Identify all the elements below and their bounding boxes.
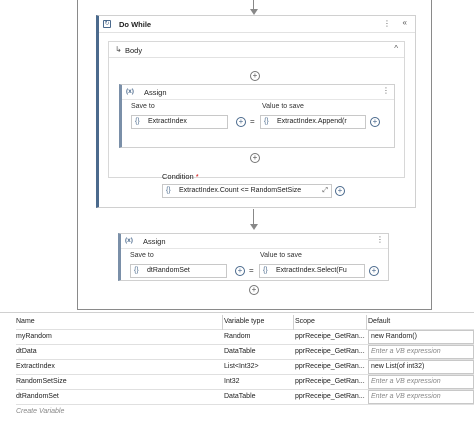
- brace-icon: {}: [264, 118, 269, 125]
- do-while-header[interactable]: ↻ Do While ⋮ «: [99, 16, 415, 33]
- value-plus-icon[interactable]: +: [369, 266, 379, 276]
- variable-type[interactable]: Int32: [224, 375, 292, 389]
- value-plus-icon[interactable]: +: [370, 117, 380, 127]
- variable-scope[interactable]: pprReceipe_GetRan...: [295, 360, 365, 374]
- variable-scope[interactable]: pprReceipe_GetRan...: [295, 390, 365, 404]
- variable-scope[interactable]: pprReceipe_GetRan...: [295, 345, 365, 359]
- variable-type[interactable]: DataTable: [224, 390, 292, 404]
- brace-icon: {}: [135, 118, 140, 125]
- assign-title: Assign: [144, 88, 167, 97]
- assign-header[interactable]: (x) Assign ⋮: [121, 234, 388, 249]
- variable-name[interactable]: dtData: [16, 345, 221, 359]
- more-options-icon[interactable]: ⋮: [376, 235, 384, 244]
- variables-panel: Name Variable type Scope Default myRando…: [0, 312, 474, 423]
- brace-icon: {}: [263, 267, 268, 274]
- column-divider[interactable]: [222, 315, 223, 330]
- do-while-activity[interactable]: ↻ Do While ⋮ « ↳ Body ^ + (x) Assign ⋮ S…: [96, 15, 416, 208]
- assign-icon: (x): [125, 237, 133, 244]
- body-header[interactable]: ↳ Body ^: [109, 42, 404, 58]
- column-header-default[interactable]: Default: [368, 315, 474, 329]
- body-container: ↳ Body ^ + (x) Assign ⋮ Save to Value to…: [108, 41, 405, 178]
- column-header-type[interactable]: Variable type: [224, 315, 292, 329]
- chevron-up-icon[interactable]: ^: [394, 44, 398, 53]
- condition-label: Condition *: [162, 172, 199, 181]
- do-while-title: Do While: [119, 20, 152, 29]
- value-to-save-value: ExtractIndex.Append(r: [277, 118, 347, 125]
- save-to-value: dtRandomSet: [147, 267, 190, 274]
- add-activity-plus-icon[interactable]: +: [250, 153, 260, 163]
- variables-header-row: Name Variable type Scope Default: [16, 315, 474, 330]
- variable-name[interactable]: ExtractIndex: [16, 360, 221, 374]
- assign-activity-outer[interactable]: (x) Assign ⋮ Save to Value to save {} dt…: [118, 233, 389, 281]
- variable-row[interactable]: myRandom Random pprReceipe_GetRan... new…: [16, 330, 474, 345]
- variable-scope[interactable]: pprReceipe_GetRan...: [295, 375, 365, 389]
- assign-icon: (x): [126, 88, 134, 95]
- value-to-save-label: Value to save: [260, 252, 302, 259]
- collapse-icon[interactable]: «: [403, 18, 407, 27]
- variable-row[interactable]: dtData DataTable pprReceipe_GetRan... En…: [16, 345, 474, 360]
- variable-row[interactable]: RandomSetSize Int32 pprReceipe_GetRan...…: [16, 375, 474, 390]
- save-to-value: ExtractIndex: [148, 118, 187, 125]
- assign-header[interactable]: (x) Assign ⋮: [122, 85, 394, 100]
- column-header-name[interactable]: Name: [16, 315, 221, 329]
- variable-name[interactable]: myRandom: [16, 330, 221, 344]
- value-to-save-label: Value to save: [262, 103, 304, 110]
- equals-sign: =: [250, 117, 255, 126]
- body-title: Body: [125, 46, 143, 55]
- save-to-label: Save to: [131, 103, 155, 110]
- do-while-icon: ↻: [103, 20, 111, 28]
- variable-type[interactable]: DataTable: [224, 345, 292, 359]
- column-divider[interactable]: [366, 315, 367, 330]
- add-activity-plus-icon[interactable]: +: [250, 71, 260, 81]
- more-options-icon[interactable]: ⋮: [382, 86, 390, 95]
- value-to-save-field[interactable]: {} ExtractIndex.Select(Fu: [259, 264, 365, 278]
- workflow-canvas: ↻ Do While ⋮ « ↳ Body ^ + (x) Assign ⋮ S…: [0, 0, 474, 312]
- variable-name[interactable]: dtRandomSet: [16, 390, 221, 404]
- save-to-field[interactable]: {} ExtractIndex: [131, 115, 228, 129]
- create-variable-link[interactable]: Create Variable: [16, 405, 221, 419]
- column-header-scope[interactable]: Scope: [295, 315, 365, 329]
- variable-default[interactable]: Enter a VB expression: [368, 345, 474, 359]
- condition-value: ExtractIndex.Count <= RandomSetSize: [179, 187, 302, 194]
- add-activity-plus-icon[interactable]: +: [249, 285, 259, 295]
- brace-icon: {}: [134, 267, 139, 274]
- value-to-save-value: ExtractIndex.Select(Fu: [276, 267, 347, 274]
- variable-default[interactable]: new List(of int32): [368, 360, 474, 374]
- connector-line: [253, 209, 254, 225]
- variable-row[interactable]: dtRandomSet DataTable pprReceipe_GetRan.…: [16, 390, 474, 405]
- variable-row[interactable]: ExtractIndex List<Int32> pprReceipe_GetR…: [16, 360, 474, 375]
- variable-name[interactable]: RandomSetSize: [16, 375, 221, 389]
- more-options-icon[interactable]: ⋮: [383, 19, 391, 28]
- equals-sign: =: [249, 266, 254, 275]
- assign-activity-inner[interactable]: (x) Assign ⋮ Save to Value to save {} Ex…: [119, 84, 395, 148]
- assign-title: Assign: [143, 237, 166, 246]
- column-divider[interactable]: [293, 315, 294, 330]
- condition-field[interactable]: {} ExtractIndex.Count <= RandomSetSize ⤢: [162, 184, 332, 198]
- connector-arrow: [249, 224, 258, 230]
- save-to-plus-icon[interactable]: +: [235, 266, 245, 276]
- condition-label-text: Condition: [162, 172, 194, 181]
- variable-type[interactable]: Random: [224, 330, 292, 344]
- variable-type[interactable]: List<Int32>: [224, 360, 292, 374]
- variable-default[interactable]: new Random(): [368, 330, 474, 344]
- body-return-icon: ↳: [115, 45, 122, 54]
- brace-icon: {}: [166, 187, 171, 194]
- value-to-save-field[interactable]: {} ExtractIndex.Append(r: [260, 115, 366, 129]
- variable-default[interactable]: Enter a VB expression: [368, 390, 474, 404]
- variable-scope[interactable]: pprReceipe_GetRan...: [295, 330, 365, 344]
- save-to-plus-icon[interactable]: +: [236, 117, 246, 127]
- save-to-label: Save to: [130, 252, 154, 259]
- variable-default[interactable]: Enter a VB expression: [368, 375, 474, 389]
- condition-plus-icon[interactable]: +: [335, 186, 345, 196]
- required-marker: *: [195, 172, 199, 181]
- save-to-field[interactable]: {} dtRandomSet: [130, 264, 227, 278]
- expand-icon[interactable]: ⤢: [322, 185, 328, 197]
- create-variable-row[interactable]: Create Variable: [16, 405, 474, 420]
